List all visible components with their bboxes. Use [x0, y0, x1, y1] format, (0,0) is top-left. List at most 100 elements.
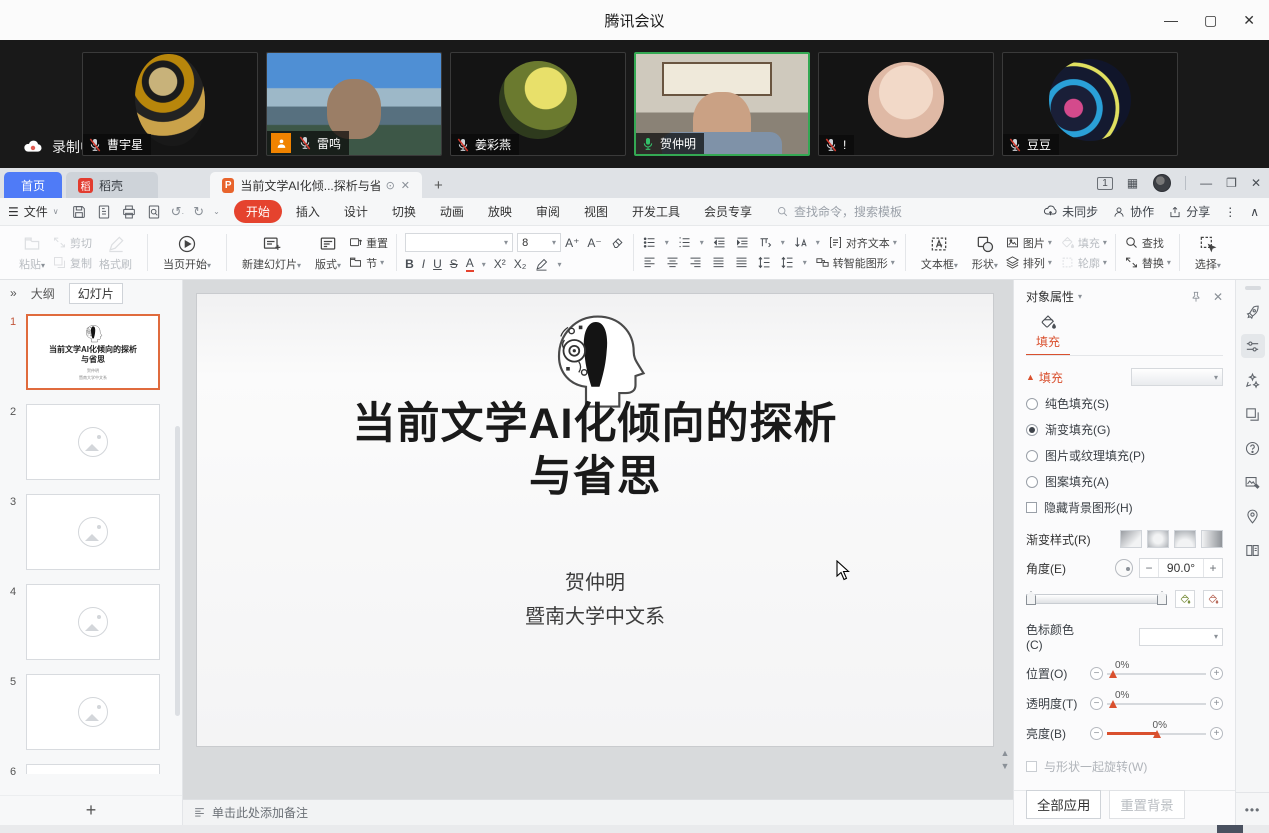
- copy-button[interactable]: 复制: [52, 255, 92, 271]
- brightness-handle[interactable]: [1153, 730, 1161, 738]
- pin-panel-icon[interactable]: [1189, 290, 1203, 304]
- properties-panel-title[interactable]: 对象属性: [1026, 288, 1074, 305]
- font-name-combobox[interactable]: ▾: [405, 233, 513, 252]
- collapse-panel-icon[interactable]: »: [10, 286, 17, 300]
- fill-tab[interactable]: 填充: [1026, 313, 1070, 356]
- option-solid-fill[interactable]: 纯色填充(S): [1026, 395, 1223, 412]
- align-center-icon[interactable]: [665, 255, 680, 270]
- new-slide-button[interactable]: 新建幻灯片▾: [235, 233, 308, 273]
- gradient-stop-bar[interactable]: [1026, 594, 1167, 604]
- transparency-decrease-button[interactable]: −: [1090, 697, 1103, 710]
- slide-thumbnail[interactable]: [26, 674, 160, 750]
- animation-pane-icon[interactable]: [1241, 402, 1265, 426]
- slide-thumbnail-selected[interactable]: 当前文学AI化倾向的探析与省思 贺仲明暨南大学中文系: [26, 314, 160, 390]
- gradient-stop-handle[interactable]: [1157, 591, 1167, 605]
- angle-dial[interactable]: [1115, 559, 1133, 577]
- gradient-style-radial-button[interactable]: [1147, 530, 1169, 548]
- tab-pin-icon[interactable]: ⊙: [386, 179, 395, 192]
- superscript-button[interactable]: X²: [494, 257, 506, 271]
- subscript-button[interactable]: X₂: [514, 257, 527, 271]
- meeting-maximize-button[interactable]: ▢: [1204, 12, 1217, 29]
- slide-canvas[interactable]: 当前文学AI化倾向的探析与省思 贺仲明 暨南大学中文系 ▲▼: [183, 280, 1013, 799]
- font-color-button[interactable]: A: [466, 256, 474, 272]
- gradient-style-rect-button[interactable]: [1174, 530, 1196, 548]
- decrease-font-button[interactable]: A⁻: [587, 236, 601, 250]
- window-split-view-icon[interactable]: 1: [1097, 177, 1113, 190]
- transparency-handle[interactable]: [1109, 700, 1117, 708]
- collapse-ribbon-icon[interactable]: ∧: [1250, 205, 1259, 219]
- prev-slide-icon[interactable]: ▲: [1001, 748, 1010, 758]
- align-right-icon[interactable]: [688, 255, 703, 270]
- cut-button[interactable]: 剪切: [52, 235, 92, 251]
- format-painter-button[interactable]: 格式刷: [92, 233, 139, 273]
- select-button[interactable]: 选择▾: [1188, 233, 1228, 273]
- participant-video[interactable]: !: [818, 52, 994, 156]
- more-tools-button[interactable]: •••: [1236, 792, 1269, 817]
- slide-nav-scroll[interactable]: ▲▼: [1000, 748, 1010, 771]
- paragraph-spacing-icon[interactable]: [780, 255, 795, 270]
- tab-home[interactable]: 首页: [4, 172, 62, 198]
- italic-button[interactable]: I: [422, 257, 425, 271]
- ribbon-tab-devtools[interactable]: 开发工具: [622, 200, 690, 223]
- ribbon-tab-animation[interactable]: 动画: [430, 200, 474, 223]
- next-slide-icon[interactable]: ▼: [1001, 761, 1010, 771]
- close-panel-icon[interactable]: ✕: [1213, 290, 1223, 304]
- ribbon-tab-slideshow[interactable]: 放映: [478, 200, 522, 223]
- file-menu[interactable]: ☰ 文件 ∨: [8, 203, 59, 220]
- arrange-button[interactable]: 排列▾: [1005, 255, 1052, 271]
- section-button[interactable]: 节▾: [348, 255, 388, 271]
- remove-gradient-stop-button[interactable]: [1203, 590, 1223, 608]
- replace-button[interactable]: 替换▾: [1124, 255, 1171, 271]
- paste-button[interactable]: 粘贴▾: [12, 233, 52, 273]
- increase-font-button[interactable]: A⁺: [565, 236, 579, 250]
- navigation-icon[interactable]: [1241, 504, 1265, 528]
- user-avatar[interactable]: [1153, 174, 1171, 192]
- numbered-list-icon[interactable]: [677, 235, 692, 250]
- participant-video[interactable]: 豆豆: [1002, 52, 1178, 156]
- tab-docer[interactable]: 稻 稻壳: [66, 172, 158, 198]
- undo-icon[interactable]: ↺·: [171, 204, 185, 220]
- gradient-stop-handle[interactable]: [1026, 591, 1036, 605]
- collaborate-button[interactable]: 协作: [1112, 203, 1154, 220]
- play-from-current-button[interactable]: 当页开始▾: [156, 233, 218, 273]
- slide-layout-button[interactable]: 版式▾: [308, 233, 348, 273]
- outline-tab[interactable]: 大纲: [31, 285, 55, 302]
- distribute-icon[interactable]: [734, 255, 749, 270]
- wps-restore-button[interactable]: ❐: [1226, 176, 1237, 190]
- text-direction-icon[interactable]: [758, 235, 773, 250]
- redo-icon[interactable]: ↻: [193, 204, 204, 220]
- increase-indent-icon[interactable]: [735, 235, 750, 250]
- ribbon-tab-view[interactable]: 视图: [574, 200, 618, 223]
- ribbon-tab-transition[interactable]: 切换: [382, 200, 426, 223]
- angle-decrease-button[interactable]: −: [1140, 559, 1158, 577]
- option-hide-background[interactable]: 隐藏背景图形(H): [1026, 499, 1223, 516]
- toolbar-options-chevron-icon[interactable]: ⌄: [213, 207, 220, 216]
- option-picture-fill[interactable]: 图片或纹理填充(P): [1026, 447, 1223, 464]
- ribbon-tab-review[interactable]: 审阅: [526, 200, 570, 223]
- participant-video[interactable]: 雷鸣: [266, 52, 442, 156]
- more-menu-icon[interactable]: ⋮: [1224, 205, 1236, 219]
- participant-video[interactable]: 曹宇星: [82, 52, 258, 156]
- participant-video[interactable]: 姜彩燕: [450, 52, 626, 156]
- notes-bar[interactable]: 单击此处添加备注: [183, 799, 1013, 825]
- meeting-close-button[interactable]: ✕: [1243, 12, 1255, 29]
- highlight-pen-icon[interactable]: [534, 257, 549, 272]
- fill-button[interactable]: 填充▾: [1060, 235, 1107, 251]
- app-center-icon[interactable]: ▦: [1127, 176, 1139, 190]
- bold-button[interactable]: B: [405, 257, 414, 271]
- rotate-with-shape-option[interactable]: 与形状一起旋转(W): [1026, 758, 1223, 775]
- slide-title[interactable]: 当前文学AI化倾向的探析与省思: [197, 398, 993, 504]
- decrease-indent-icon[interactable]: [712, 235, 727, 250]
- find-button[interactable]: 查找: [1124, 235, 1171, 251]
- position-increase-button[interactable]: +: [1210, 667, 1223, 680]
- reset-background-button[interactable]: 重置背景: [1109, 790, 1184, 819]
- thumbnails-scrollbar[interactable]: [175, 426, 180, 716]
- share-button[interactable]: 分享: [1168, 203, 1210, 220]
- add-gradient-stop-button[interactable]: [1175, 590, 1195, 608]
- effects-icon[interactable]: [1241, 368, 1265, 392]
- brightness-decrease-button[interactable]: −: [1090, 727, 1103, 740]
- tab-close-icon[interactable]: ✕: [401, 179, 410, 192]
- apply-all-button[interactable]: 全部应用: [1026, 790, 1101, 819]
- save-icon[interactable]: [71, 204, 87, 220]
- gradient-style-path-button[interactable]: [1201, 530, 1223, 548]
